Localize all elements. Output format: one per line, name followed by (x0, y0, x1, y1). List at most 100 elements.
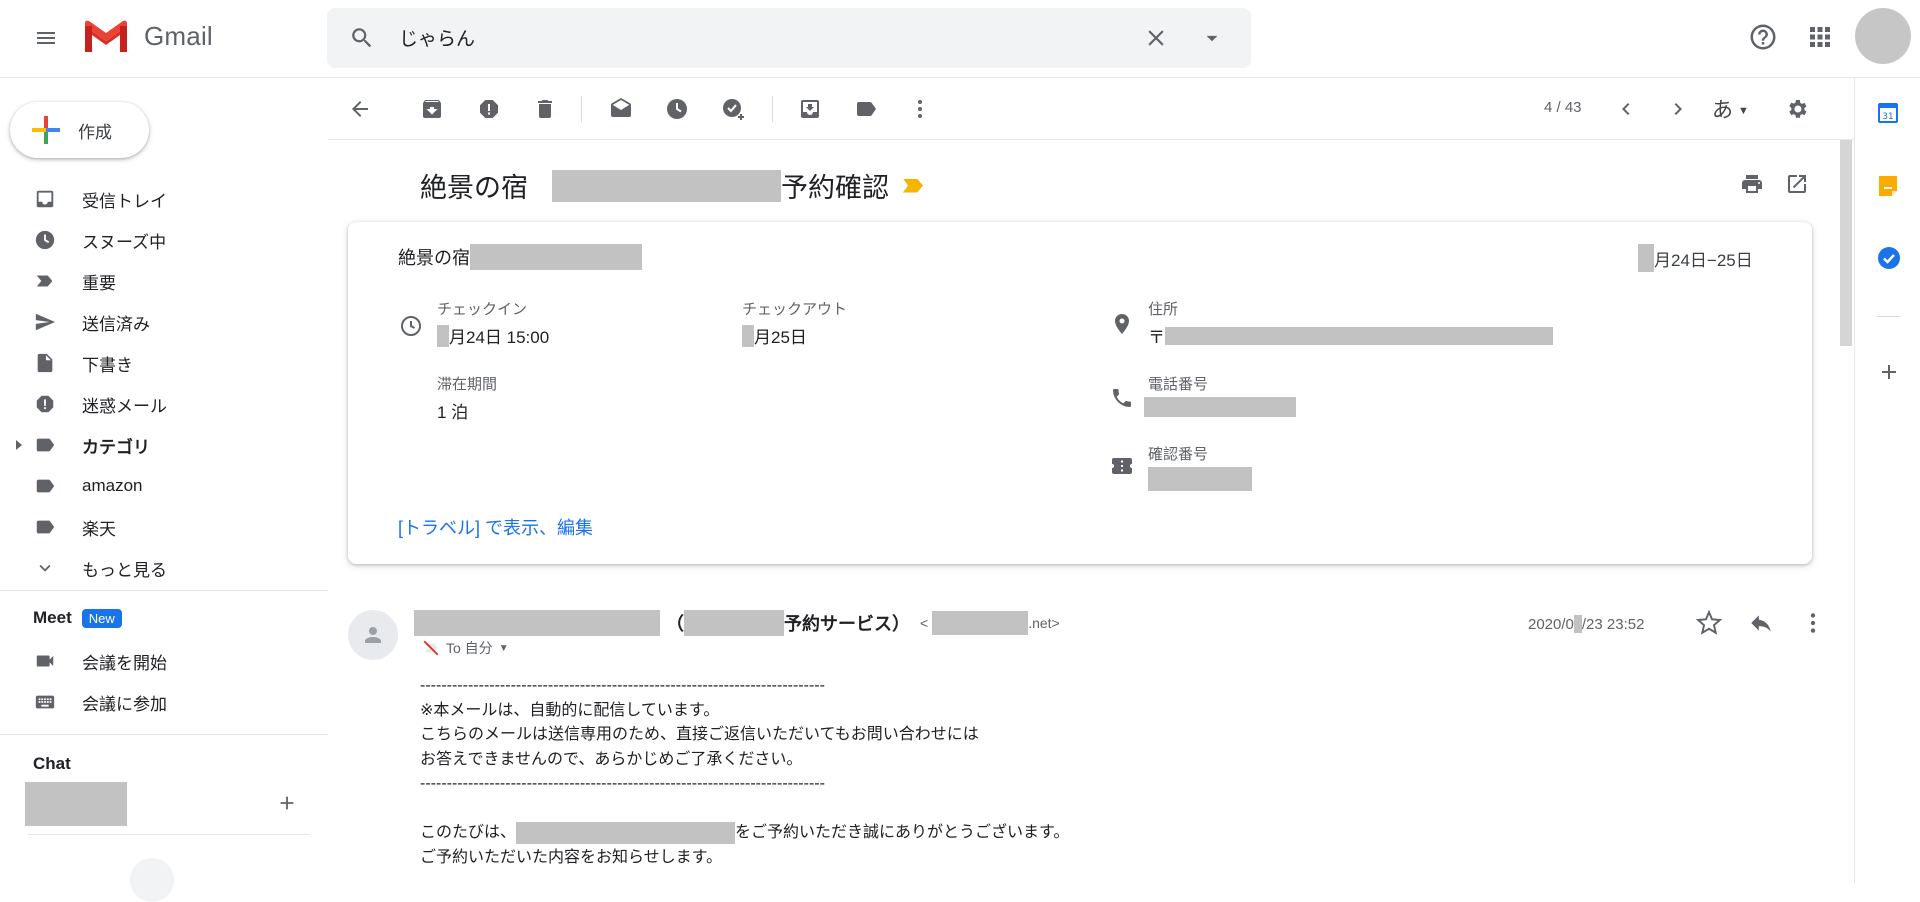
clock-icon (34, 229, 56, 251)
search-input[interactable] (399, 26, 1099, 48)
expand-caret-icon[interactable] (16, 440, 22, 450)
open-new-window-icon[interactable] (1785, 172, 1809, 196)
message-more-icon[interactable] (1800, 610, 1826, 636)
sidebar-item-drafts[interactable]: 下書き (0, 343, 328, 383)
sender-email: < .net> (920, 611, 1060, 635)
date-prefix: 2020/0 (1528, 615, 1574, 633)
message-body: ----------------------------------------… (420, 674, 1069, 870)
redacted-date-digit (1573, 615, 1582, 633)
checkout-value: 月25日 (742, 323, 807, 348)
apps-grid-icon[interactable] (1805, 22, 1835, 52)
card-hotel-title: 絶景の宿 (398, 244, 642, 270)
star-icon[interactable] (1696, 610, 1722, 636)
snooze-clock-icon[interactable] (665, 97, 689, 121)
sidebar-item-label: amazon (82, 476, 143, 495)
report-spam-icon[interactable] (477, 97, 501, 121)
add-chat-icon[interactable] (276, 792, 298, 814)
redacted-service-name (684, 610, 784, 636)
sender-avatar[interactable] (348, 610, 398, 660)
checkin-label: チェックイン (437, 301, 528, 318)
older-chevron-icon[interactable] (1666, 97, 1690, 121)
chat-user-redacted[interactable] (25, 782, 127, 826)
search-icon[interactable] (349, 25, 375, 51)
checkout-value-text: 月25日 (754, 328, 807, 347)
compose-button[interactable]: 作成 (10, 102, 149, 158)
sidebar-item-more[interactable]: もっと見る (0, 548, 328, 588)
important-marker-icon[interactable] (903, 178, 923, 193)
address-postal-mark: 〒 (1148, 328, 1165, 347)
body-separator: ----------------------------------------… (420, 775, 825, 792)
label-icon (34, 434, 56, 456)
checkin-value: 月24日 15:00 (437, 323, 549, 348)
print-icon[interactable] (1740, 172, 1764, 196)
more-vert-icon[interactable] (908, 97, 932, 121)
meet-title: Meet (33, 608, 72, 627)
sidebar-item-spam[interactable]: 迷惑メール (0, 384, 328, 424)
chat-placeholder-avatar (130, 858, 174, 902)
sidebar-item-label: 重要 (82, 273, 116, 293)
sidebar: 作成 受信トレイ スヌーズ中 重要 送信済み 下書き 迷惑メール カテゴリ am… (0, 78, 328, 902)
card-hotel-prefix: 絶景の宿 (398, 248, 470, 268)
recipient-details-caret-icon[interactable]: ▼ (499, 643, 509, 654)
inbox-icon (34, 188, 56, 210)
new-badge: New (81, 608, 122, 628)
date-suffix: /23 23:52 (1581, 615, 1645, 633)
sidebar-item-sent[interactable]: 送信済み (0, 302, 328, 342)
draft-icon (34, 352, 56, 374)
compose-label: 作成 (78, 122, 112, 142)
sender-paren: （ (666, 614, 684, 634)
sender-service-suffix: 予約サービス） (784, 614, 910, 634)
sidebar-item-amazon[interactable]: amazon (0, 466, 328, 506)
spam-icon (34, 393, 56, 415)
keep-notes-icon[interactable] (1877, 174, 1899, 198)
sidebar-divider (0, 734, 328, 735)
body-line: お答えできませんので、あらかじめご了承ください。 (420, 750, 803, 768)
stay-value: 1 泊 (437, 403, 469, 422)
videocam-icon (34, 650, 56, 672)
side-panel: 31 (1854, 78, 1920, 883)
label-tag-icon[interactable] (854, 97, 878, 121)
help-icon[interactable] (1748, 22, 1778, 52)
message-scrollbar[interactable] (1840, 140, 1852, 346)
sidebar-item-snoozed[interactable]: スヌーズ中 (0, 220, 328, 260)
archive-icon[interactable] (420, 97, 444, 121)
newer-chevron-icon[interactable] (1614, 97, 1638, 121)
search-options-icon[interactable] (1199, 25, 1225, 51)
meet-join-meeting[interactable]: 会議に参加 (0, 682, 328, 722)
get-addons-plus-icon[interactable] (1877, 360, 1901, 384)
settings-gear-icon[interactable] (1785, 97, 1809, 121)
sidebar-item-categories[interactable]: カテゴリ (0, 425, 328, 465)
add-task-icon[interactable] (721, 97, 745, 121)
sidebar-item-important[interactable]: 重要 (0, 261, 328, 301)
card-date-range: 月24日−25日 (1638, 244, 1753, 272)
clock-outline-icon (399, 314, 423, 338)
mark-unread-icon[interactable] (609, 97, 633, 121)
move-to-icon[interactable] (798, 97, 822, 121)
sidebar-item-rakuten[interactable]: 楽天 (0, 507, 328, 547)
redacted-sender-name (414, 610, 660, 636)
main-menu-icon[interactable] (26, 21, 66, 55)
sidebar-item-label: スヌーズ中 (82, 232, 167, 252)
input-tool-label: あ (1712, 99, 1733, 122)
chat-heading: Chat (33, 754, 71, 773)
sidebar-item-label: 下書き (82, 355, 133, 375)
view-edit-travel-link[interactable]: [トラベル] で表示、編集 (398, 514, 593, 540)
search-bar[interactable] (327, 8, 1251, 68)
sidebar-item-inbox[interactable]: 受信トレイ (0, 179, 328, 219)
tasks-icon[interactable] (1877, 246, 1901, 270)
clear-search-icon[interactable] (1143, 25, 1169, 51)
back-arrow-icon[interactable] (348, 97, 372, 121)
recipient-row[interactable]: To 自分 ▼ (422, 638, 509, 658)
gmail-logo[interactable]: Gmail (82, 18, 213, 54)
meet-start-meeting[interactable]: 会議を開始 (0, 641, 328, 681)
checkout-label: チェックアウト (742, 301, 848, 318)
input-tools-button[interactable]: あ ▼ (1712, 94, 1749, 124)
email-subject: 絶景の宿 予約確認 (420, 166, 923, 205)
calendar-icon[interactable]: 31 (1877, 100, 1899, 124)
account-avatar[interactable] (1855, 8, 1911, 64)
delete-icon[interactable] (533, 97, 557, 121)
person-icon (365, 627, 381, 643)
redacted-month (1638, 244, 1654, 272)
subject-prefix: 絶景の宿 (420, 173, 528, 203)
reply-icon[interactable] (1748, 610, 1774, 636)
